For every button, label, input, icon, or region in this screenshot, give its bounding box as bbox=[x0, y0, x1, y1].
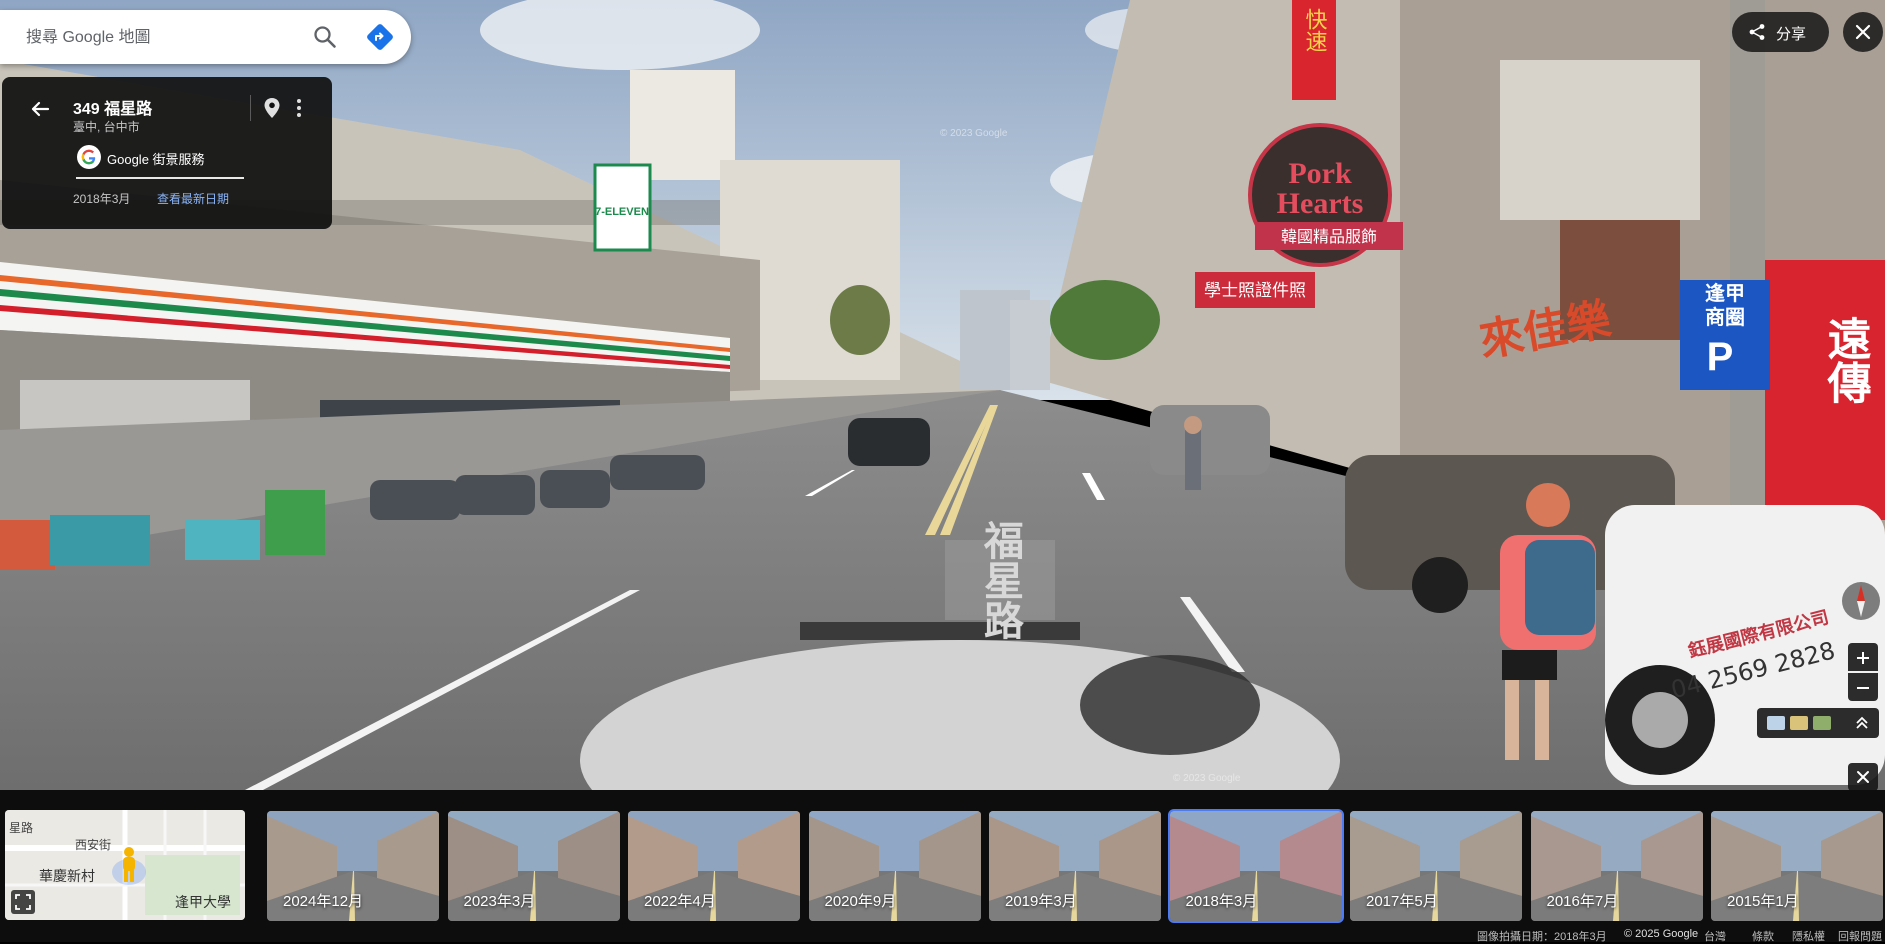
timeline-thumbnail[interactable]: 2024年12月 bbox=[267, 811, 439, 921]
road-name-marking: 福星路 bbox=[977, 520, 1025, 640]
more-options-icon[interactable] bbox=[292, 95, 306, 121]
fullscreen-icon[interactable] bbox=[11, 890, 35, 914]
timeline-thumbnail[interactable]: 2016年7月 bbox=[1530, 811, 1703, 921]
timeline-thumbnail-label: 2020年9月 bbox=[824, 893, 897, 910]
minimap-label-huaqing: 華慶新村 bbox=[39, 868, 95, 884]
timeline-thumbnail[interactable]: 2023年3月 bbox=[447, 811, 620, 921]
street-view-service-label: Google 街景服務 bbox=[107, 152, 205, 167]
express-sign: 快速 bbox=[1302, 8, 1328, 52]
timeline-thumbnail[interactable]: 2018年3月 bbox=[1167, 809, 1344, 923]
seven-eleven-sign: 7-ELEVEN bbox=[595, 206, 649, 218]
see-latest-date-link[interactable]: 查看最新日期 bbox=[157, 190, 229, 207]
mini-map[interactable]: 星路 西安街 華慶新村 逢甲大學 bbox=[5, 810, 245, 920]
back-arrow-icon[interactable] bbox=[26, 95, 54, 123]
pork-hearts-sign-2: Hearts bbox=[1277, 187, 1364, 220]
timeline-thumbnail-label: 2017年5月 bbox=[1366, 893, 1438, 910]
footer-copyright: © 2025 Google bbox=[1624, 928, 1699, 940]
watermark-bottom: © 2023 Google bbox=[1173, 773, 1241, 784]
timeline-thumbnail-label: 2023年3月 bbox=[463, 893, 536, 910]
location-title: 349 福星路 bbox=[73, 101, 153, 118]
timeline-thumbnail-label: 2024年12月 bbox=[283, 893, 364, 910]
timeline-thumbnail[interactable]: 2017年5月 bbox=[1350, 811, 1522, 921]
timeline-thumbnail-label: 2016年7月 bbox=[1546, 893, 1619, 910]
license-photo-sign: 學士照證件照 bbox=[1204, 281, 1306, 301]
timeline-thumbnail-label: 2019年3月 bbox=[1005, 893, 1077, 910]
watermark-top: © 2023 Google bbox=[940, 128, 1008, 139]
close-street-view-button[interactable] bbox=[1843, 12, 1883, 52]
timeline-thumbnail[interactable]: 2019年3月 bbox=[989, 811, 1161, 921]
timeline-thumbnail-label: 2018年3月 bbox=[1185, 893, 1258, 910]
pegman-icon[interactable] bbox=[118, 846, 140, 886]
capture-date: 2018年3月 bbox=[73, 192, 131, 206]
timeline-thumbnail[interactable]: 2022年4月 bbox=[628, 811, 800, 921]
pork-hearts-sign-1: Pork bbox=[1288, 157, 1352, 190]
layer-thumb-satellite bbox=[1767, 716, 1785, 730]
chevron-up-double-icon[interactable] bbox=[1854, 715, 1870, 731]
layer-switcher[interactable] bbox=[1757, 708, 1879, 738]
google-logo-icon bbox=[76, 144, 102, 170]
zoom-out-button[interactable] bbox=[1848, 673, 1878, 701]
close-icon bbox=[1855, 24, 1871, 40]
timeline-strip: 星路 西安街 華慶新村 逢甲大學 2024年12月 2023年3月 2022年4月 2… bbox=[0, 790, 1885, 942]
search-icon[interactable] bbox=[312, 24, 338, 50]
fengjia-sign-2: 商圈 bbox=[1705, 305, 1745, 329]
zoom-in-button[interactable] bbox=[1848, 643, 1878, 671]
timeline-thumbnail-label: 2022年4月 bbox=[644, 893, 716, 910]
timeline-thumbnail[interactable]: 2015年1月 bbox=[1711, 811, 1883, 921]
korea-shop-sign: 韓國精品服飾 bbox=[1281, 227, 1377, 246]
minus-icon bbox=[1857, 687, 1869, 689]
share-icon bbox=[1748, 23, 1766, 41]
minimap-label-road: 星路 bbox=[9, 821, 34, 835]
fengjia-sign-1: 逢甲 bbox=[1705, 281, 1745, 305]
service-underline bbox=[76, 177, 244, 179]
layer-thumb-terrain bbox=[1790, 716, 1808, 730]
map-pin-icon[interactable] bbox=[261, 95, 283, 121]
vertical-divider bbox=[250, 95, 251, 121]
timeline-thumbnail-label: 2015年1月 bbox=[1727, 893, 1799, 910]
compass-icon[interactable] bbox=[1840, 580, 1882, 622]
close-timeline-button[interactable] bbox=[1848, 763, 1878, 791]
telecom-sign: 遠傳 bbox=[1820, 316, 1873, 404]
minimap-label-fengjia-univ: 逢甲大學 bbox=[175, 894, 231, 910]
timeline-thumbnail[interactable]: 2020年9月 bbox=[808, 811, 981, 921]
location-info-card: 349 福星路 臺中, 台中市 Google 街景服務 2018年3月 查看最新… bbox=[2, 77, 332, 229]
location-subtitle: 臺中, 台中市 bbox=[73, 120, 140, 134]
search-input[interactable] bbox=[24, 23, 298, 53]
directions-icon[interactable] bbox=[366, 23, 394, 51]
layer-thumb-map bbox=[1813, 716, 1831, 730]
parking-sign: P bbox=[1707, 335, 1734, 379]
plus-icon bbox=[1857, 652, 1869, 664]
minimap-label-xian-st: 西安街 bbox=[75, 838, 112, 852]
share-label: 分享 bbox=[1776, 26, 1807, 43]
share-button[interactable]: 分享 bbox=[1732, 12, 1829, 52]
search-box bbox=[0, 10, 411, 64]
close-icon bbox=[1857, 771, 1869, 783]
